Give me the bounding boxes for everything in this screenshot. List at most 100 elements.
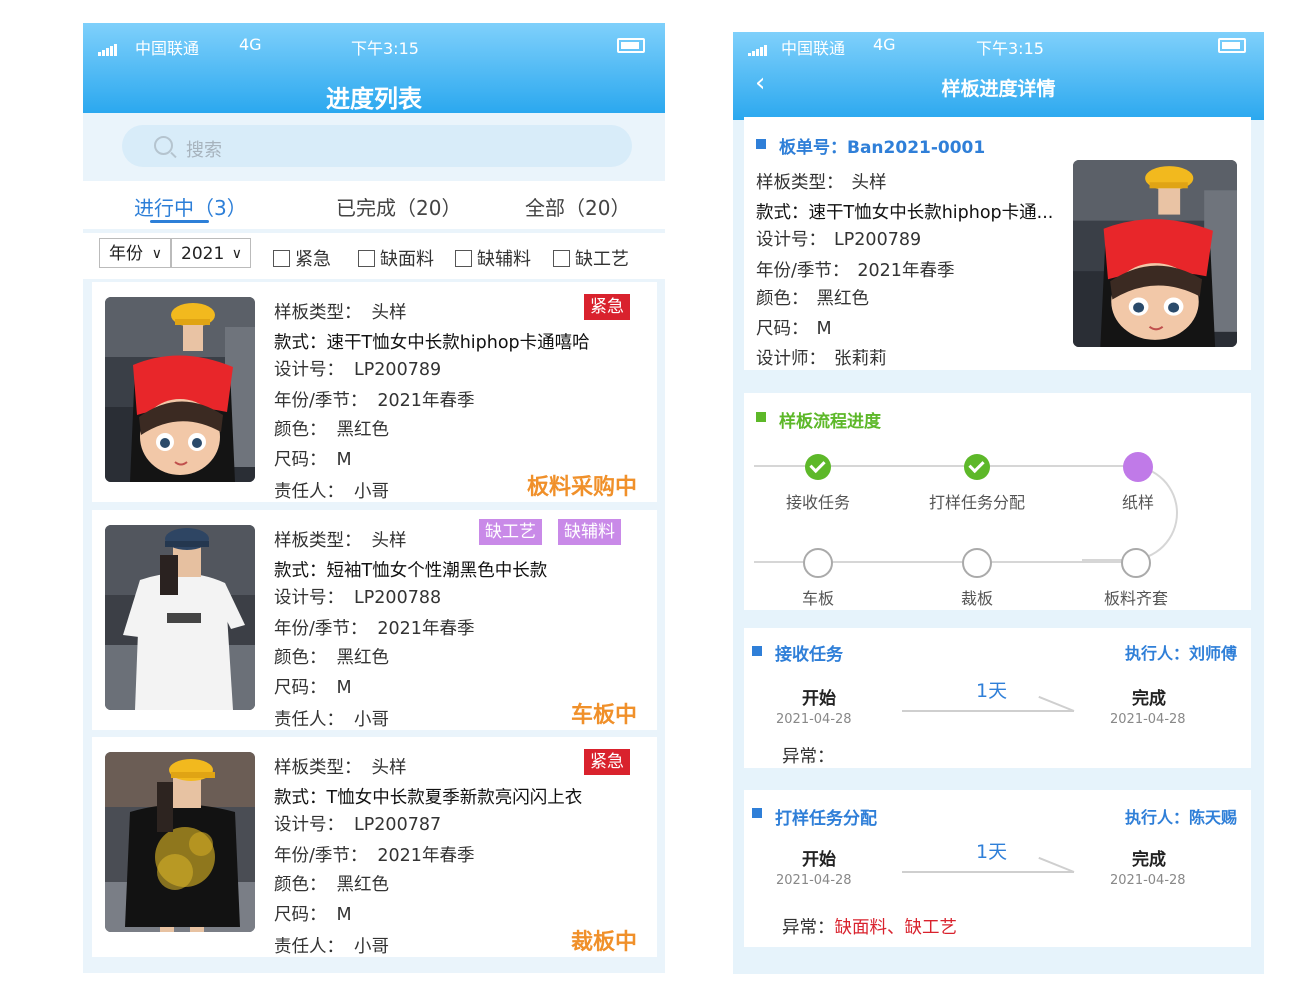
step-label: 裁板	[960, 589, 993, 608]
status-badge: 板料采购中	[526, 475, 637, 500]
type-select[interactable]: 年份 ∨	[99, 238, 171, 268]
checkbox-label: 缺工艺	[575, 249, 629, 270]
item-size: 尺码： M	[274, 678, 352, 698]
task-name: 接收任务	[775, 645, 843, 665]
sample-detail-screen: 中国联通 4G 下午3:15 ‹ 样板进度详情 板单号：Ban2021-0001…	[733, 32, 1264, 974]
task-executor: 执行人：刘师傅	[1124, 644, 1237, 663]
status-tabs: 进行中（3） 已完成（20） 全部（20）	[83, 181, 665, 229]
chevron-down-icon: ∨	[151, 246, 162, 262]
tab-completed[interactable]: 已完成（20）	[336, 192, 461, 221]
detail-season: 年份/季节： 2021年春季	[756, 261, 955, 281]
lack-accessory-badge: 缺辅料	[558, 519, 621, 545]
item-season: 年份/季节： 2021年春季	[274, 846, 475, 866]
end-label: 完成	[1132, 850, 1166, 870]
search-icon	[154, 136, 173, 155]
item-type: 样板类型： 头样	[274, 531, 407, 551]
abnormal-info: 异常：缺面料、缺工艺	[782, 918, 957, 938]
end-label: 完成	[1132, 689, 1166, 709]
search-input[interactable]: 搜索	[122, 125, 632, 167]
checkbox-box	[273, 250, 290, 267]
carrier: 中国联通	[781, 39, 846, 58]
flow-progress-panel: 样板流程进度 接收任务 打样任务分配 纸样 车板 裁板 板料齐套	[744, 393, 1251, 610]
list-header: 中国联通 4G 下午3:15 进度列表	[83, 23, 665, 113]
section-marker	[756, 139, 766, 149]
order-number: 板单号：Ban2021-0001	[779, 138, 986, 158]
item-owner: 责任人： 小哥	[274, 710, 389, 730]
checkbox-lack-craft[interactable]: 缺工艺	[553, 245, 629, 271]
status-badge: 车板中	[570, 703, 637, 728]
status-badge: 裁板中	[570, 930, 637, 955]
step-pending-icon	[1121, 548, 1151, 578]
checkbox-lack-accessory[interactable]: 缺辅料	[455, 245, 531, 271]
network-type: 4G	[239, 35, 262, 54]
item-size: 尺码： M	[274, 450, 352, 470]
step-done-icon	[964, 454, 990, 480]
start-label: 开始	[802, 850, 836, 870]
detail-size: 尺码： M	[756, 319, 832, 339]
detail-style: 款式：速干T恤女中长款hiphop卡通...	[756, 203, 1054, 223]
checkbox-label: 紧急	[295, 249, 331, 270]
tab-all[interactable]: 全部（20）	[525, 192, 630, 221]
checkbox-lack-fabric[interactable]: 缺面料	[358, 245, 434, 271]
list-item[interactable]: 样板类型： 头样 款式：速干T恤女中长款hiphop卡通嘻哈 设计号： LP2007…	[92, 282, 657, 502]
step-label: 板料齐套	[1103, 589, 1168, 608]
type-select-value: 年份	[109, 244, 143, 264]
list-item[interactable]: 样板类型： 头样 款式：短袖T恤女个性潮黑色中长款 设计号： LP200788 年份…	[92, 510, 657, 730]
carrier: 中国联通	[135, 39, 200, 58]
step-label: 纸样	[1121, 493, 1154, 512]
signal-icon	[748, 37, 768, 56]
step-current-icon	[1123, 452, 1153, 482]
item-style: 款式：短袖T恤女个性潮黑色中长款	[274, 561, 548, 581]
detail-design-no: 设计号： LP200789	[756, 230, 922, 250]
year-select-value: 2021	[181, 244, 225, 264]
list-item[interactable]: 样板类型： 头样 款式：T恤女中长款夏季新款亮闪闪上衣 设计号： LP200787 …	[92, 737, 657, 957]
task-name: 打样任务分配	[775, 809, 877, 829]
detail-color: 颜色： 黑红色	[756, 289, 869, 309]
item-color: 颜色： 黑红色	[274, 648, 389, 668]
step-label: 打样任务分配	[928, 493, 1025, 512]
task-executor: 执行人：陈天赐	[1124, 808, 1237, 827]
tab-in-progress[interactable]: 进行中（3）	[134, 192, 247, 221]
duration-arrow	[902, 871, 1074, 873]
lack-craft-badge: 缺工艺	[479, 519, 542, 545]
item-design-no: 设计号： LP200789	[274, 360, 442, 380]
chevron-down-icon: ∨	[231, 246, 242, 262]
step-pending-icon	[803, 548, 833, 578]
item-color: 颜色： 黑红色	[274, 875, 389, 895]
year-select[interactable]: 2021 ∨	[171, 238, 251, 268]
order-info-panel: 板单号：Ban2021-0001 样板类型： 头样 款式：速干T恤女中长款hiph…	[744, 117, 1251, 370]
network-type: 4G	[873, 35, 896, 54]
status-bar: 中国联通 4G 下午3:15	[733, 35, 1264, 58]
signal-icon	[98, 37, 118, 56]
flow-title: 样板流程进度	[779, 412, 881, 432]
section-marker	[756, 412, 766, 422]
detail-type: 样板类型： 头样	[756, 173, 887, 193]
start-date: 2021-04-28	[776, 712, 852, 727]
start-date: 2021-04-28	[776, 873, 852, 888]
checkbox-urgent[interactable]: 紧急	[273, 245, 331, 271]
item-design-no: 设计号： LP200787	[274, 815, 442, 835]
section-marker	[752, 808, 762, 818]
clock: 下午3:15	[351, 39, 419, 58]
item-season: 年份/季节： 2021年春季	[274, 391, 475, 411]
detail-designer: 设计师： 张莉莉	[756, 349, 887, 369]
filter-bar: 年份 ∨ 2021 ∨ 紧急 缺面料 缺辅料 缺工艺	[83, 233, 665, 279]
item-design-no: 设计号： LP200788	[274, 588, 442, 608]
section-marker	[752, 646, 762, 656]
item-season: 年份/季节： 2021年春季	[274, 619, 475, 639]
checkbox-box	[553, 250, 570, 267]
product-image	[1073, 160, 1237, 347]
detail-header: 中国联通 4G 下午3:15 ‹ 样板进度详情	[733, 32, 1264, 120]
item-owner: 责任人： 小哥	[274, 482, 389, 502]
page-title: 进度列表	[326, 85, 422, 113]
checkbox-label: 缺辅料	[477, 249, 531, 270]
item-style: 款式：T恤女中长款夏季新款亮闪闪上衣	[274, 788, 583, 808]
step-label: 车板	[801, 589, 834, 608]
task-duration: 1天	[976, 680, 1008, 702]
checkbox-label: 缺面料	[380, 249, 434, 270]
status-bar: 中国联通 4G 下午3:15	[83, 35, 665, 58]
checkbox-box	[358, 250, 375, 267]
end-date: 2021-04-28	[1110, 873, 1186, 888]
item-owner: 责任人： 小哥	[274, 937, 389, 957]
clock: 下午3:15	[976, 39, 1044, 58]
